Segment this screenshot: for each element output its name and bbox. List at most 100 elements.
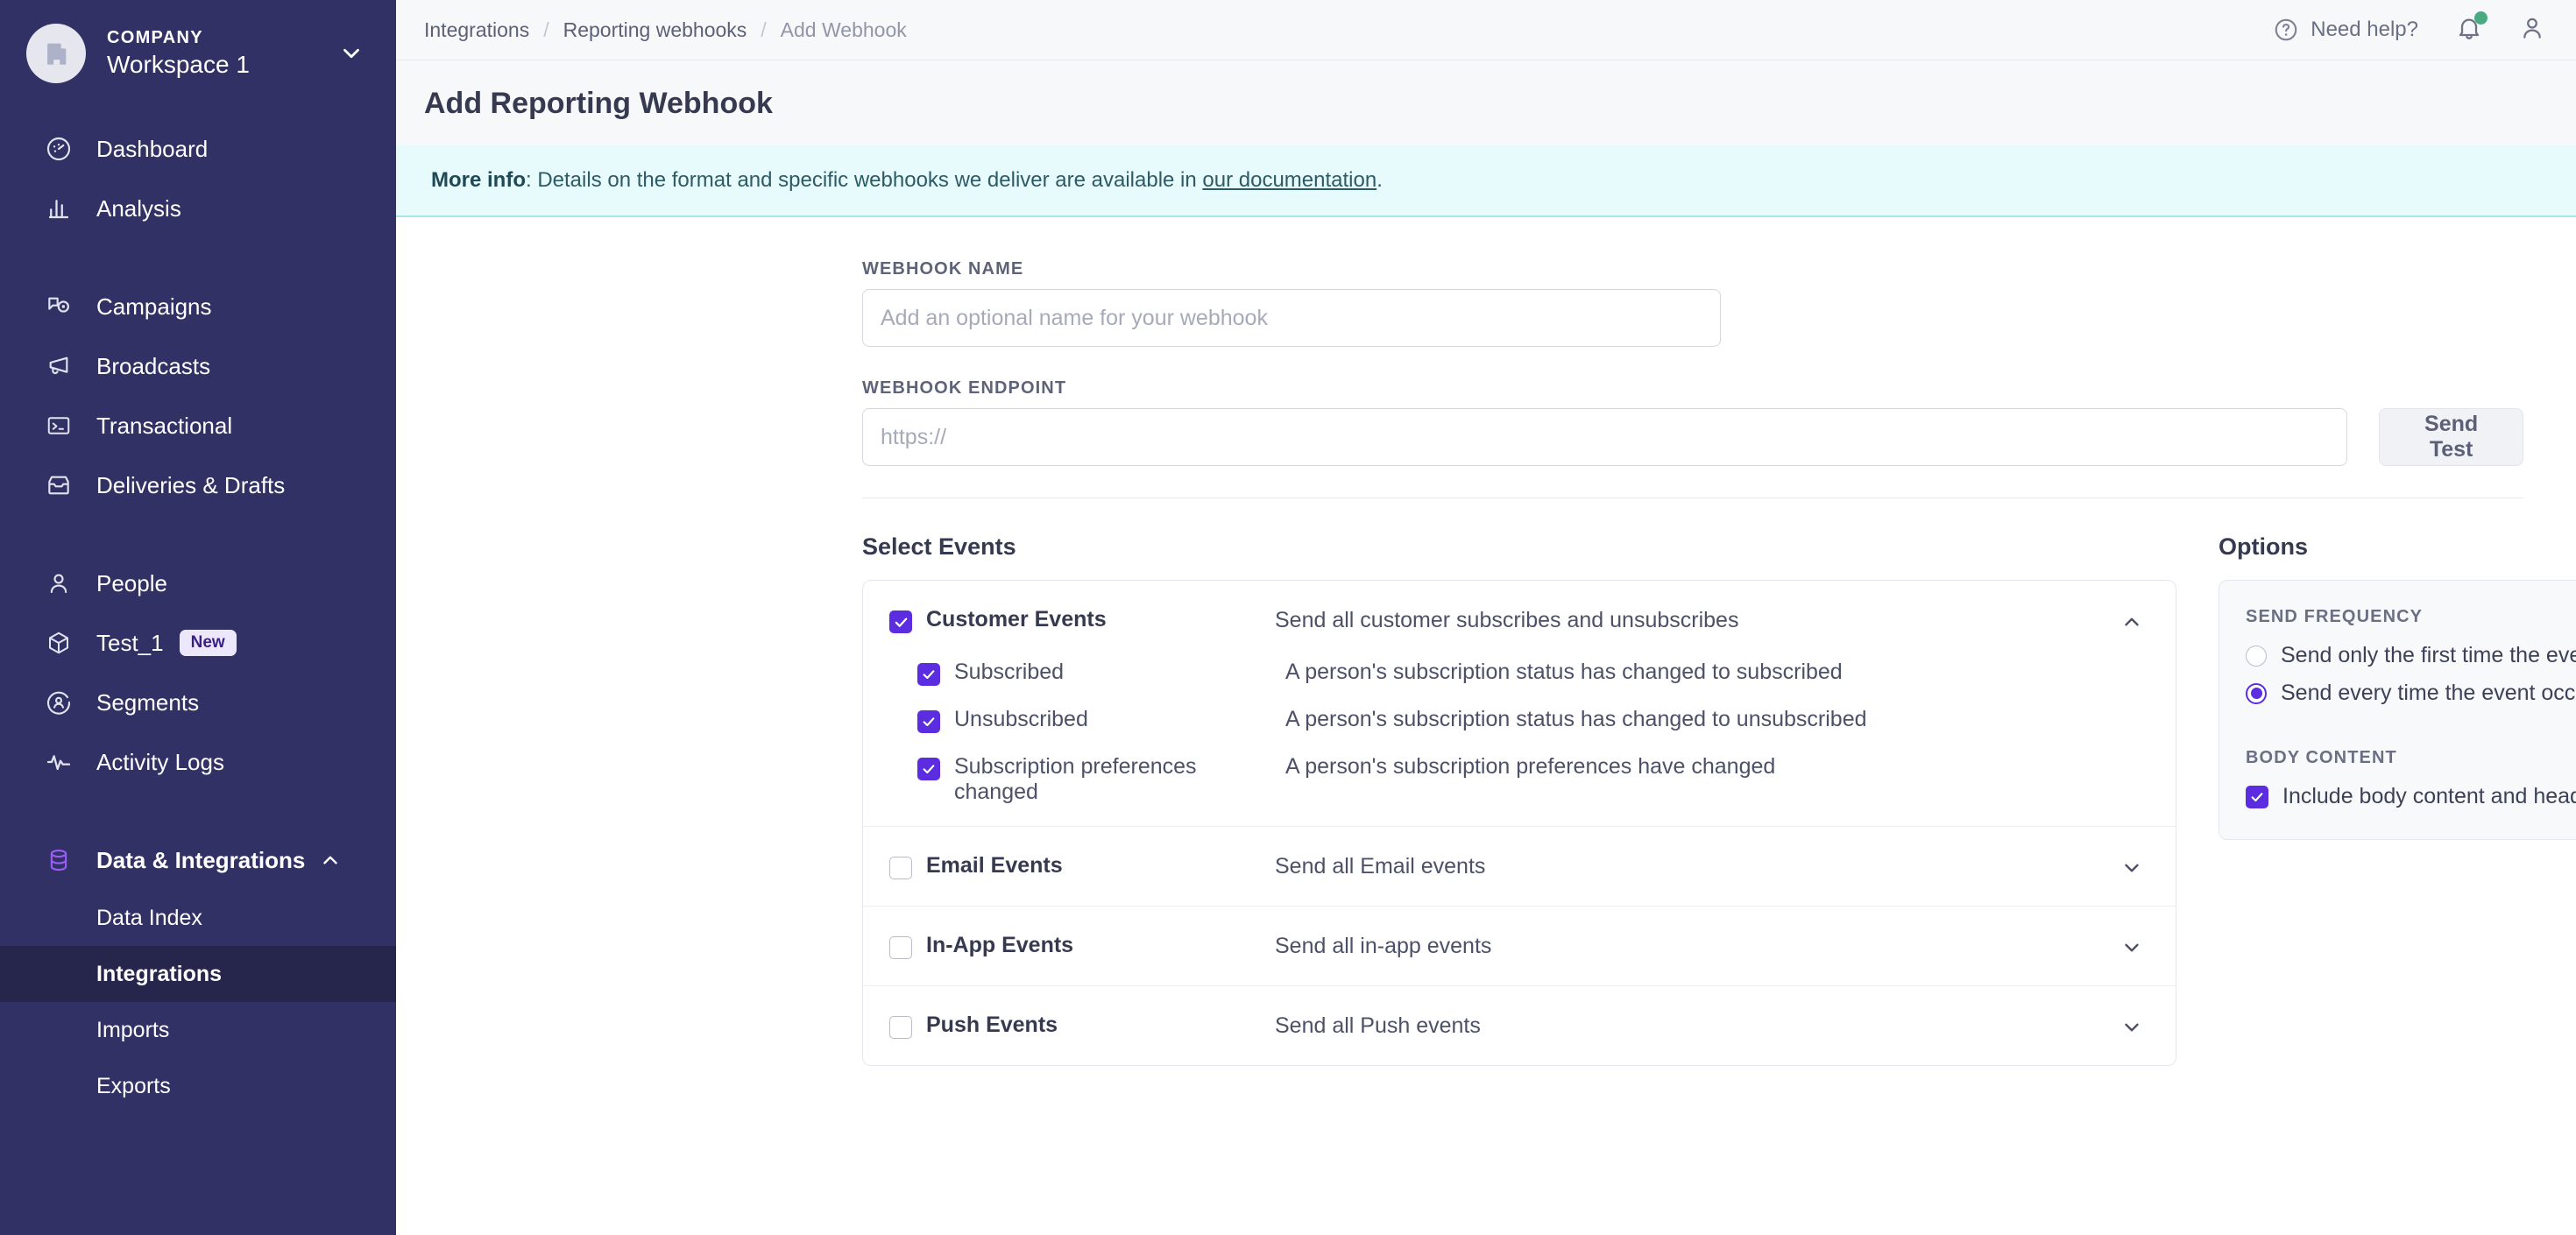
building-icon: [26, 24, 86, 83]
event-subrow-unsubscribed[interactable]: Unsubscribed A person's subscription sta…: [917, 707, 2149, 733]
sidebar-item-label: Dashboard: [96, 135, 209, 162]
webhook-endpoint-input[interactable]: [862, 408, 2348, 466]
event-subrow-description: A person's subscription preferences have…: [1285, 754, 1776, 779]
sidebar-subitem-label: Exports: [96, 1073, 171, 1098]
info-banner: More info: Details on the format and spe…: [396, 145, 2576, 217]
sidebar-subitem-label: Integrations: [96, 961, 223, 986]
breadcrumb-separator: /: [761, 18, 767, 41]
events-card: Customer Events Send all customer subscr…: [862, 580, 2176, 1066]
app-root: COMPANY Workspace 1 Dashboard Analysis C…: [0, 0, 2576, 1235]
options-title: Options: [2219, 533, 2308, 560]
event-subrow-checkbox[interactable]: [917, 710, 940, 733]
workspace-switcher[interactable]: COMPANY Workspace 1: [0, 0, 396, 84]
sidebar-item-broadcasts[interactable]: Broadcasts: [0, 336, 396, 396]
campaign-icon: [40, 288, 77, 325]
breadcrumb-item-integrations[interactable]: Integrations: [424, 18, 529, 42]
segment-icon: [40, 684, 77, 721]
event-group-in-app-events: In-App Events Send all in-app events: [863, 907, 2176, 986]
event-subrow-subscribed[interactable]: Subscribed A person's subscription statu…: [917, 660, 2149, 686]
event-group-header[interactable]: Push Events Send all Push events: [863, 986, 2176, 1065]
body-content-label: BODY CONTENT: [2246, 748, 2397, 767]
body-content-checkbox[interactable]: [2246, 785, 2268, 808]
sidebar-item-data-integrations[interactable]: Data & Integrations: [0, 830, 396, 890]
sidebar-item-label: Broadcasts: [96, 352, 211, 379]
need-help-label: Need help?: [2311, 18, 2418, 41]
sidebar-subitem-data-index[interactable]: Data Index: [0, 890, 396, 946]
sidebar-subitem-integrations[interactable]: Integrations: [0, 946, 396, 1002]
sidebar-item-campaigns[interactable]: Campaigns: [0, 277, 396, 336]
select-events-column: Select Events Customer Events Send all c…: [862, 533, 2176, 1066]
cube-icon: [40, 625, 77, 661]
chevron-down-icon[interactable]: [2114, 853, 2149, 879]
need-help-button[interactable]: Need help?: [2273, 17, 2418, 43]
event-group-label: Customer Events: [926, 607, 1107, 632]
webhook-name-input[interactable]: [862, 289, 1721, 347]
notifications-button[interactable]: [2455, 11, 2488, 46]
event-group-header[interactable]: Customer Events Send all customer subscr…: [863, 581, 2176, 660]
event-group-description: Send all Push events: [1275, 1013, 1481, 1038]
bar-chart-icon: [40, 190, 77, 227]
sidebar-item-activity-logs[interactable]: Activity Logs: [0, 732, 396, 792]
workspace-name: Workspace 1: [107, 51, 250, 78]
event-subrow-subscription-preferences-changed[interactable]: Subscription preferences changed A perso…: [917, 754, 2149, 805]
webhook-name-label: WEBHOOK NAME: [862, 259, 1024, 279]
sidebar-item-dashboard[interactable]: Dashboard: [0, 119, 396, 179]
breadcrumb-item-add-webhook: Add Webhook: [780, 18, 907, 41]
top-bar-actions: Need help?: [2273, 11, 2546, 46]
top-bar: Integrations / Reporting webhooks / Add …: [396, 0, 2576, 60]
event-group-name-cell: In-App Events: [889, 933, 1275, 959]
event-group-checkbox[interactable]: [889, 1016, 912, 1039]
sidebar-item-deliveries-drafts[interactable]: Deliveries & Drafts: [0, 455, 396, 515]
sidebar-subitem-exports[interactable]: Exports: [0, 1058, 396, 1114]
event-subrow-checkbox[interactable]: [917, 758, 940, 780]
event-group-description: Send all customer subscribes and unsubsc…: [1275, 608, 1739, 632]
sidebar-item-test-1[interactable]: Test_1 New: [0, 613, 396, 673]
sidebar-item-people[interactable]: People: [0, 554, 396, 613]
event-subrow-name-cell: Subscription preferences changed: [917, 754, 1285, 805]
send-test-button[interactable]: Send Test: [2379, 408, 2523, 466]
radio-button[interactable]: [2246, 645, 2267, 667]
event-group-name-cell: Email Events: [889, 853, 1275, 879]
webhook-endpoint-label: WEBHOOK ENDPOINT: [862, 378, 1067, 398]
breadcrumb-item-reporting-webhooks[interactable]: Reporting webhooks: [563, 18, 747, 42]
sidebar-item-badge: New: [179, 630, 237, 656]
event-group-header[interactable]: Email Events Send all Email events: [863, 827, 2176, 906]
notification-dot: [2474, 11, 2488, 25]
chevron-up-icon[interactable]: [319, 849, 342, 872]
sidebar-item-analysis[interactable]: Analysis: [0, 179, 396, 238]
chevron-down-icon[interactable]: [338, 40, 364, 67]
body-content-row[interactable]: Include body content and headers in all …: [2246, 784, 2576, 809]
events-options-columns: Select Events Customer Events Send all c…: [396, 498, 2576, 1066]
user-icon: [2518, 14, 2546, 46]
terminal-icon: [40, 407, 77, 444]
info-banner-lead: More info: [431, 168, 526, 192]
sidebar-item-transactional[interactable]: Transactional: [0, 396, 396, 455]
event-group-checkbox[interactable]: [889, 610, 912, 633]
chevron-up-icon[interactable]: [2114, 607, 2149, 633]
chevron-down-icon[interactable]: [2114, 933, 2149, 959]
options-column: Options SEND FREQUENCY Send only the fir…: [2219, 533, 2576, 1066]
event-subrow-name-cell: Subscribed: [917, 660, 1285, 686]
documentation-link[interactable]: our documentation: [1202, 168, 1376, 192]
workspace-company-label: COMPANY: [107, 28, 203, 47]
radio-send-first-time[interactable]: Send only the first time the event occur…: [2246, 643, 2576, 668]
sidebar-item-label: Data & Integrations: [96, 846, 306, 873]
user-menu-button[interactable]: [2518, 14, 2546, 46]
page-header: Add Reporting Webhook: [396, 60, 2576, 145]
radio-button-selected[interactable]: [2246, 682, 2267, 704]
chevron-down-icon[interactable]: [2114, 1013, 2149, 1039]
webhook-name-field-group: WEBHOOK NAME: [862, 259, 2523, 347]
event-subrow-description: A person's subscription status has chang…: [1285, 707, 1867, 731]
sidebar-item-label: Test_1: [96, 629, 164, 656]
sidebar-item-segments[interactable]: Segments: [0, 673, 396, 732]
sidebar-subitem-label: Data Index: [96, 905, 202, 930]
event-group-label: In-App Events: [926, 933, 1074, 957]
radio-send-every-time[interactable]: Send every time the event occurs: [2246, 681, 2576, 706]
event-group-checkbox[interactable]: [889, 857, 912, 879]
event-subrow-checkbox[interactable]: [917, 663, 940, 686]
event-group-header[interactable]: In-App Events Send all in-app events: [863, 907, 2176, 985]
event-subrow-label: Subscribed: [954, 660, 1065, 684]
event-group-checkbox[interactable]: [889, 936, 912, 959]
sidebar-subitem-imports[interactable]: Imports: [0, 1002, 396, 1058]
